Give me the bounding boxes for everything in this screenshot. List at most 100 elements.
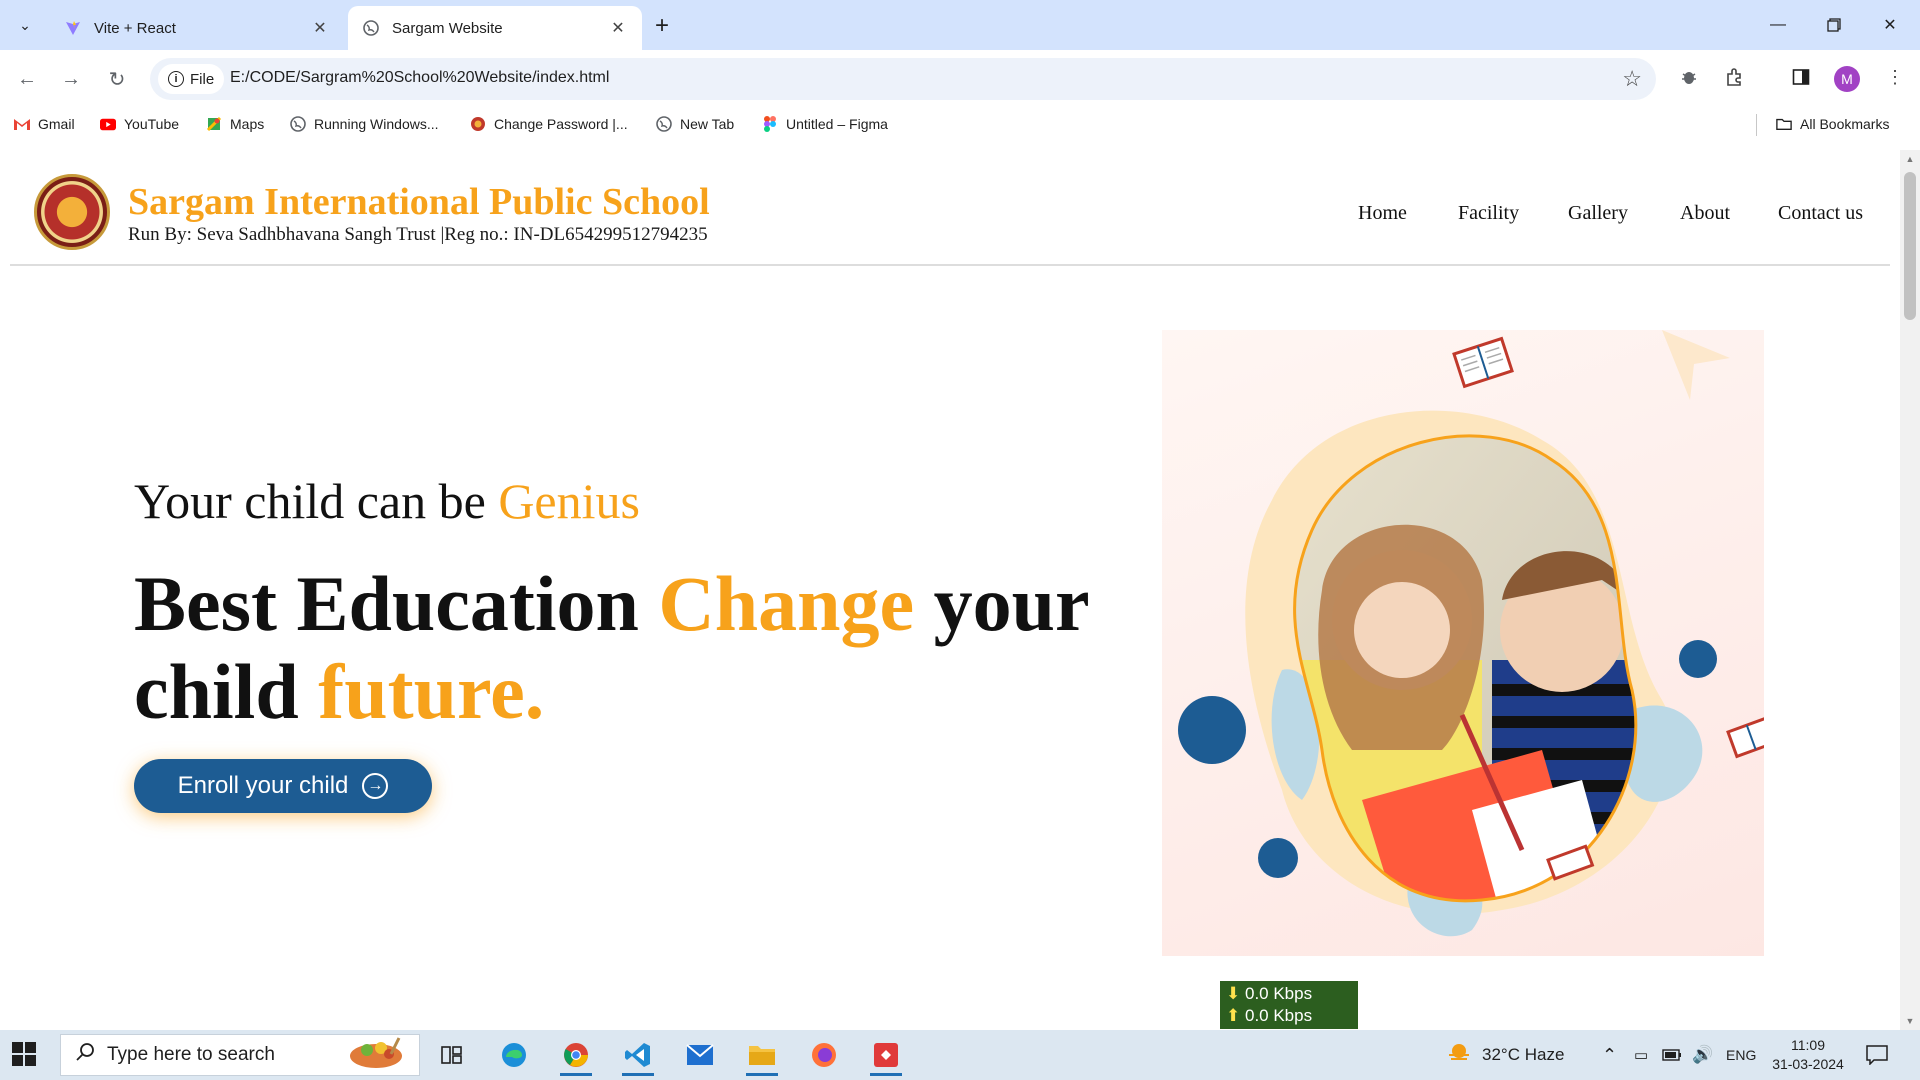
nav-about[interactable]: About [1680, 202, 1730, 225]
info-icon: i [168, 71, 184, 87]
youtube-icon [100, 116, 116, 132]
bookmark-label: Change Password |... [494, 116, 628, 132]
tray-battery[interactable] [1662, 1030, 1682, 1080]
taskbar-edge[interactable] [490, 1034, 538, 1076]
tab-vite-react[interactable]: Vite + React ✕ [50, 6, 344, 50]
hero-headline-text: Best Education [134, 560, 659, 647]
scroll-thumb[interactable] [1904, 172, 1916, 320]
forward-button[interactable]: → [56, 64, 86, 94]
bookmark-new-tab[interactable]: New Tab [656, 116, 734, 132]
tab-sargam-website[interactable]: Sargam Website ✕ [348, 6, 642, 50]
school-name[interactable]: Sargam International Public School [128, 180, 710, 224]
new-tab-button[interactable]: + [648, 12, 676, 40]
bookmark-maps[interactable]: Maps [206, 116, 264, 132]
all-bookmarks-button[interactable]: All Bookmarks [1776, 116, 1889, 132]
address-bar[interactable]: i File E:/CODE/Sargram%20School%20Websit… [150, 58, 1656, 100]
bookmark-figma[interactable]: Untitled – Figma [762, 116, 888, 132]
url-text[interactable]: E:/CODE/Sargram%20School%20Website/index… [230, 69, 609, 87]
menu-kebab-icon[interactable]: ⋮ [1880, 62, 1910, 92]
nav-gallery[interactable]: Gallery [1568, 202, 1628, 225]
tray-volume[interactable]: 🔊 [1692, 1030, 1713, 1080]
git-icon [874, 1043, 898, 1067]
scroll-up-icon[interactable]: ▲ [1904, 154, 1916, 164]
bookmark-label: Maps [230, 116, 265, 132]
task-view-button[interactable] [428, 1034, 476, 1076]
notification-icon [1866, 1045, 1888, 1065]
taskbar-file-explorer[interactable] [738, 1034, 786, 1076]
bookmark-running-windows[interactable]: Running Windows... [290, 116, 439, 132]
battery-icon [1662, 1049, 1681, 1061]
profile-avatar[interactable]: M [1834, 66, 1860, 92]
decor-dot-small [1258, 838, 1298, 878]
notifications-button[interactable] [1866, 1030, 1888, 1080]
site-header: Sargam International Public School Run B… [10, 142, 1890, 266]
firefox-icon [812, 1043, 836, 1067]
vscode-icon [625, 1043, 650, 1067]
taskbar-search-box[interactable]: Type here to search [60, 1034, 420, 1076]
weather-haze-icon [1446, 1042, 1472, 1069]
bookmark-label: Untitled – Figma [786, 116, 888, 132]
restore-button[interactable] [1806, 0, 1862, 50]
bookmark-label: New Tab [680, 116, 735, 132]
hero-tagline-text: Your child can be [134, 473, 499, 529]
edge-icon [502, 1043, 526, 1067]
taskbar-chrome[interactable] [552, 1034, 600, 1076]
hero-headline-highlight: Change [658, 560, 915, 647]
hero-tagline-highlight: Genius [498, 473, 640, 529]
download-speed: ⬇ 0.0 Kbps [1226, 984, 1313, 1003]
bookmark-youtube[interactable]: YouTube [100, 116, 179, 132]
scroll-down-icon[interactable]: ▼ [1904, 1016, 1916, 1026]
tray-network[interactable]: ▭ [1634, 1030, 1648, 1080]
gmail-icon [14, 116, 30, 132]
globe-icon [290, 116, 306, 132]
globe-icon [362, 19, 380, 37]
restore-icon [1827, 18, 1841, 32]
school-logo[interactable] [34, 174, 110, 250]
page-scrollbar[interactable]: ▲ ▼ [1900, 150, 1920, 1030]
hero-illustration [1162, 330, 1777, 956]
bookmark-gmail[interactable]: Gmail [14, 116, 75, 132]
taskbar-git-app[interactable] [862, 1034, 910, 1076]
windows-start-button[interactable] [12, 1042, 38, 1068]
chevron-down-icon: ⌄ [19, 16, 31, 33]
taskbar-firefox[interactable] [800, 1034, 848, 1076]
enroll-button[interactable]: Enroll your child → [134, 759, 432, 813]
extensions-puzzle-icon[interactable] [1720, 62, 1750, 92]
book-icon [1452, 336, 1514, 389]
browser-toolbar: ← → ↻ i File E:/CODE/Sargram%20School%20… [0, 50, 1920, 108]
folder-icon [1776, 116, 1792, 132]
tab-title: Sargam Website [392, 19, 503, 37]
bug-extension-icon[interactable] [1674, 62, 1704, 92]
vite-icon [64, 19, 82, 37]
tab-search-button[interactable]: ⌄ [10, 10, 40, 40]
taskbar-mail[interactable] [676, 1034, 724, 1076]
site-icon [470, 116, 486, 132]
back-button[interactable]: ← [12, 64, 42, 94]
close-icon[interactable]: ✕ [608, 18, 628, 38]
minimize-button[interactable]: — [1750, 0, 1806, 50]
site-info-chip[interactable]: i File [158, 64, 225, 94]
taskbar-vscode[interactable] [614, 1034, 662, 1076]
nav-facility[interactable]: Facility [1458, 202, 1519, 225]
side-panel-icon[interactable] [1786, 62, 1816, 92]
close-icon[interactable]: ✕ [310, 18, 330, 38]
bookmark-star-icon[interactable]: ☆ [1622, 66, 1642, 92]
nav-home[interactable]: Home [1358, 202, 1407, 225]
weather-widget[interactable]: 32°C Haze [1446, 1030, 1564, 1080]
search-icon [75, 1042, 95, 1068]
bookmark-label: All Bookmarks [1800, 116, 1890, 132]
show-hidden-icons[interactable]: ⌃ [1602, 1030, 1617, 1080]
close-window-button[interactable]: ✕ [1862, 0, 1918, 50]
taskbar-clock[interactable]: 11:09 31-03-2024 [1772, 1036, 1844, 1074]
task-view-icon [441, 1046, 462, 1064]
hero-tagline: Your child can be Genius [134, 472, 640, 530]
nav-contact-us[interactable]: Contact us [1778, 202, 1863, 225]
reload-button[interactable]: ↻ [102, 64, 132, 94]
bookmark-change-password[interactable]: Change Password |... [470, 116, 628, 132]
language-indicator[interactable]: ENG [1726, 1030, 1756, 1080]
hero-headline: Best Education Change your child future. [134, 560, 1094, 736]
maps-icon [206, 116, 222, 132]
bookmarks-divider [1756, 114, 1757, 136]
bookmark-label: YouTube [124, 116, 180, 132]
network-icon: ▭ [1634, 1047, 1649, 1064]
